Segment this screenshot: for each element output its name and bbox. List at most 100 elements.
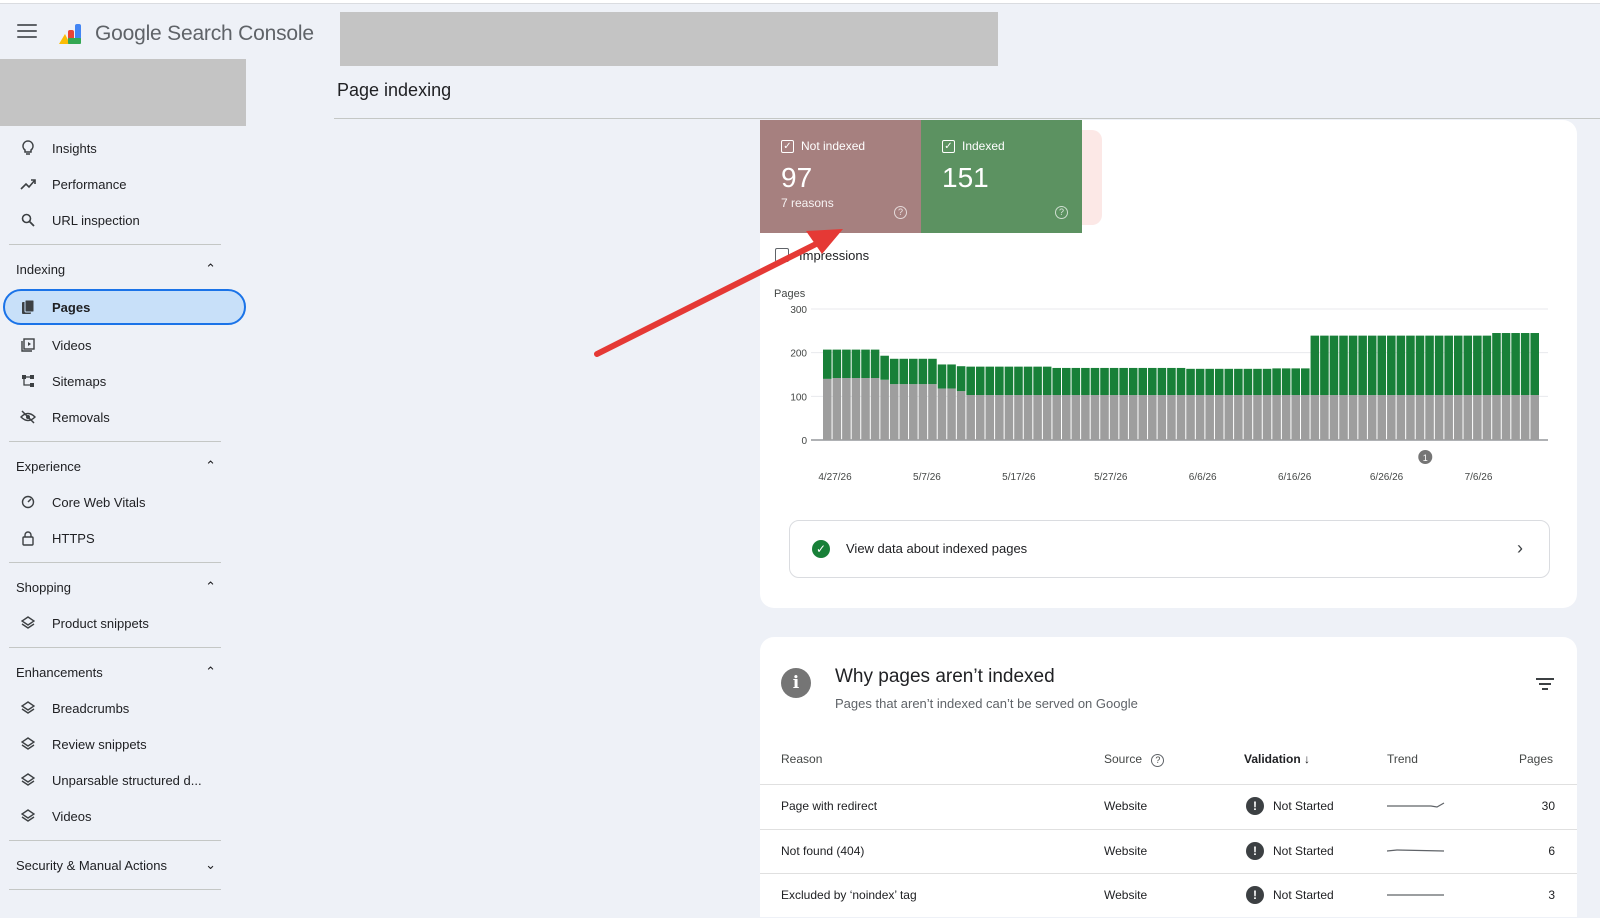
col-source-label: Source [1104,752,1143,766]
col-header-validation[interactable]: Validation ↓ [1244,752,1310,766]
table-row[interactable]: Excluded by ‘noindex’ tag Website ! Not … [760,873,1577,918]
bar-indexed [966,366,975,396]
bar-not-indexed [1138,395,1148,440]
sidebar-item-core-web-vitals[interactable]: Core Web Vitals [0,484,246,520]
bar-indexed [1234,368,1243,396]
sidebar-item-enh-videos[interactable]: Videos [0,798,246,834]
row-validation: Not Started [1273,844,1334,858]
sidebar-item-product-snippets[interactable]: Product snippets [0,605,246,641]
col-header-pages[interactable]: Pages [1519,752,1553,766]
bar-indexed [1281,368,1291,396]
sidebar-item-label: Removals [52,409,110,425]
section-shopping[interactable]: Shopping ⌃ [0,569,246,605]
section-security-manual-actions[interactable]: Security & Manual Actions ⌄ [0,847,246,883]
app-title[interactable]: Google Search Console [95,22,314,46]
checkbox-checked-icon[interactable]: ✓ [781,140,794,153]
view-indexed-label: View data about indexed pages [846,541,1028,556]
sidebar-item-breadcrumbs[interactable]: Breadcrumbs [0,690,246,726]
bar-indexed [1463,335,1473,396]
bar-not-indexed [985,395,995,440]
bar-not-indexed [966,395,975,440]
bar-indexed [1186,368,1195,396]
bar-indexed [1119,367,1128,396]
layers-icon [20,736,36,752]
indexed-tile[interactable]: ✓ Indexed 151 ? [921,120,1082,233]
row-validation: Not Started [1273,799,1334,813]
row-reason: Not found (404) [781,844,865,858]
bar-indexed [947,364,956,389]
bar-indexed [1473,335,1482,396]
bar-indexed [823,349,832,379]
sidebar-item-sitemaps[interactable]: Sitemaps [0,363,246,399]
bar-not-indexed [1396,395,1406,440]
trend-sparkline [1387,802,1445,808]
sidebar-item-label: URL inspection [52,212,140,228]
sidebar-item-performance[interactable]: Performance [0,166,246,202]
help-icon[interactable]: ? [1055,206,1068,219]
why-subtitle: Pages that aren’t indexed can’t be serve… [835,696,1138,711]
speed-gauge-icon [20,494,36,510]
bar-indexed [909,358,918,385]
section-enhancements[interactable]: Enhancements ⌃ [0,654,246,690]
col-header-source[interactable]: Source ? [1104,752,1165,767]
row-source: Website [1104,799,1148,813]
section-indexing[interactable]: Indexing ⌃ [0,251,246,287]
bar-indexed [1004,366,1014,396]
sidebar-item-pages[interactable]: Pages [3,289,246,325]
bar-indexed [975,366,985,396]
bar-not-indexed [1109,395,1119,440]
bar-not-indexed [1253,395,1262,440]
col-header-reason[interactable]: Reason [781,752,822,766]
sidebar-item-videos[interactable]: Videos [0,327,246,363]
bar-indexed [861,349,870,378]
bar-indexed [832,349,842,378]
bar-indexed [1176,367,1186,396]
sidebar-item-url-inspection[interactable]: URL inspection [0,202,246,238]
sidebar-item-https[interactable]: HTTPS [0,520,246,556]
bar-not-indexed [1195,395,1205,440]
checkbox-checked-icon[interactable]: ✓ [942,140,955,153]
redacted-property-area [0,59,246,126]
help-icon[interactable]: ? [894,206,907,219]
redacted-property-selector[interactable] [340,12,998,66]
bar-indexed [870,349,880,378]
bar-not-indexed [1224,395,1234,440]
view-indexed-pages-button[interactable]: ✓ View data about indexed pages › [789,520,1550,578]
bar-not-indexed [889,384,899,440]
impressions-checkbox[interactable] [775,248,789,262]
sidebar-item-insights[interactable]: Insights [0,130,246,166]
sidebar-item-review-snippets[interactable]: Review snippets [0,726,246,762]
bar-indexed [851,349,861,378]
tile-label: Not indexed [801,139,866,153]
bar-indexed [1052,367,1061,396]
help-icon[interactable]: ? [1151,754,1165,767]
table-row[interactable]: Page with redirect Website ! Not Started… [760,784,1577,829]
section-experience[interactable]: Experience ⌃ [0,448,246,484]
bar-indexed [1396,335,1406,396]
sidebar-item-removals[interactable]: Removals [0,399,246,435]
table-row[interactable]: Not found (404) Website ! Not Started 6 [760,829,1577,874]
bar-indexed [1520,333,1530,396]
bar-indexed [1453,335,1463,396]
bar-indexed [1157,367,1167,396]
not-indexed-tile[interactable]: ✓ Not indexed 97 7 reasons ? [760,120,921,233]
bar-not-indexed [1214,395,1224,440]
bar-not-indexed [1310,395,1320,440]
bar-indexed [1100,367,1109,396]
bar-indexed [1071,367,1081,396]
bar-not-indexed [1320,395,1329,440]
bar-indexed [1253,368,1262,396]
sidebar-item-unparsable-structured-data[interactable]: Unparsable structured d... [0,762,246,798]
annotation-marker-label: 1 [1423,453,1428,463]
info-icon: i [781,668,811,698]
bar-not-indexed [1492,395,1501,440]
filter-icon[interactable] [1536,678,1554,692]
search-icon [20,212,36,228]
sidebar-divider [9,647,221,648]
chevron-down-icon: ⌄ [205,857,216,872]
bar-indexed [1148,367,1157,396]
bar-not-indexed [1329,395,1339,440]
tile-label: Indexed [962,139,1005,153]
hamburger-menu-icon[interactable] [17,24,37,40]
bar-not-indexed [1444,395,1453,440]
